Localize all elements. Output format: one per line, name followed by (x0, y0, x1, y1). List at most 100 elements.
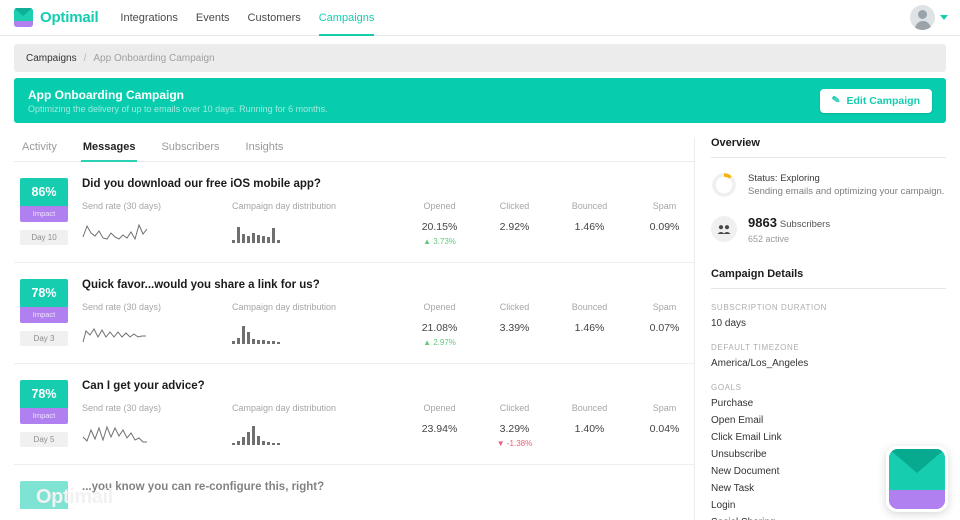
send-rate-sparkline (82, 322, 152, 344)
impact-label: Impact (20, 307, 68, 323)
impact-label: Impact (20, 408, 68, 424)
message-title[interactable]: Did you download our free iOS mobile app… (82, 178, 702, 190)
envelope-logo-icon (14, 8, 33, 27)
clicked-delta: ▼ -1.38% (477, 439, 552, 448)
message-body: Did you download our free iOS mobile app… (68, 178, 702, 248)
campaign-banner: App Onboarding Campaign Optimizing the d… (14, 78, 946, 123)
tab-activity[interactable]: Activity (20, 137, 59, 161)
day-chip: Day 3 (20, 331, 68, 346)
timezone-label: DEFAULT TIMEZONE (711, 343, 946, 352)
impact-badge: 86% Impact Day 10 (20, 178, 68, 248)
distribution-header: Campaign day distribution (232, 302, 402, 312)
tab-messages[interactable]: Messages (81, 137, 138, 161)
spam-cell: Spam 0.04% (627, 403, 702, 435)
message-body: Quick favor...would you share a link for… (68, 279, 702, 349)
bounced-value: 1.40% (552, 423, 627, 435)
message-row[interactable]: 78% Impact Day 3 Quick favor...would you… (14, 263, 694, 364)
spam-header: Spam (627, 403, 702, 413)
bounced-value: 1.46% (552, 322, 627, 334)
banner-subtitle: Optimizing the delivery of up to emails … (28, 104, 328, 114)
campaign-banner-wrap: App Onboarding Campaign Optimizing the d… (0, 78, 960, 123)
clicked-cell: Clicked 3.39% (477, 302, 552, 334)
message-body: Can I get your advice? Send rate (30 day… (68, 380, 702, 450)
message-title[interactable]: Can I get your advice? (82, 380, 702, 392)
send-rate-cell: Send rate (30 days) (82, 403, 232, 450)
send-rate-sparkline (82, 221, 152, 243)
nav-item-integrations[interactable]: Integrations (120, 0, 177, 36)
message-row[interactable]: 78% Impact Day 5 Can I get your advice? … (14, 364, 694, 465)
banner-text: App Onboarding Campaign Optimizing the d… (28, 88, 328, 114)
nav-item-campaigns[interactable]: Campaigns (319, 0, 375, 36)
envelope-widget-icon[interactable] (886, 446, 948, 512)
brand-logo[interactable]: Optimail (14, 8, 98, 27)
message-metrics: Send rate (30 days) Campaign day distrib… (82, 403, 702, 450)
breadcrumb-current: App Onboarding Campaign (93, 53, 214, 64)
top-navigation-bar: Optimail Integrations Events Customers C… (0, 0, 960, 36)
impact-percent (20, 481, 68, 509)
account-menu[interactable] (910, 5, 948, 30)
overview-heading: Overview (711, 137, 946, 149)
people-icon (711, 216, 737, 242)
message-title[interactable]: Quick favor...would you share a link for… (82, 279, 702, 291)
message-body: ...you know you can re-configure this, r… (68, 481, 688, 509)
nav-item-customers[interactable]: Customers (248, 0, 301, 36)
day-chip: Day 5 (20, 432, 68, 447)
spam-value: 0.07% (627, 322, 702, 334)
distribution-cell: Campaign day distribution (232, 302, 402, 349)
day-distribution-bars (232, 423, 284, 445)
spam-value: 0.09% (627, 221, 702, 233)
send-rate-sparkline (82, 423, 152, 445)
progress-ring-icon (711, 172, 737, 198)
status-description: Sending emails and optimizing your campa… (748, 186, 944, 197)
subscribers-text: 9863Subscribers 652 active (748, 214, 830, 244)
send-rate-cell: Send rate (30 days) (82, 201, 232, 248)
message-row[interactable]: 86% Impact Day 10 Did you download our f… (14, 162, 694, 263)
spam-cell: Spam 0.07% (627, 302, 702, 334)
chevron-down-icon[interactable] (940, 15, 948, 20)
clicked-header: Clicked (477, 403, 552, 413)
tab-subscribers[interactable]: Subscribers (159, 137, 221, 161)
spam-value: 0.04% (627, 423, 702, 435)
opened-cell: Opened 21.08% ▲ 2.97% (402, 302, 477, 347)
send-rate-header: Send rate (30 days) (82, 302, 232, 312)
opened-header: Opened (402, 302, 477, 312)
breadcrumb-separator: / (84, 53, 87, 64)
details-heading: Campaign Details (711, 268, 946, 280)
clicked-value: 3.39% (477, 322, 552, 334)
subscribers-active: 652 active (748, 234, 830, 244)
opened-cell: Opened 20.15% ▲ 3.73% (402, 201, 477, 246)
message-row[interactable]: ...you know you can re-configure this, r… (14, 465, 694, 520)
duration-value: 10 days (711, 318, 946, 329)
clicked-value: 3.29% (477, 423, 552, 435)
tab-insights[interactable]: Insights (244, 137, 286, 161)
edit-campaign-button[interactable]: ✎ Edit Campaign (820, 89, 932, 113)
status-row: Status: Exploring Sending emails and opt… (711, 172, 946, 198)
send-rate-header: Send rate (30 days) (82, 201, 232, 211)
message-title[interactable]: ...you know you can re-configure this, r… (82, 481, 688, 493)
nav-item-events[interactable]: Events (196, 0, 230, 36)
pencil-icon: ✎ (831, 94, 841, 106)
timezone-value: America/Los_Angeles (711, 358, 946, 369)
main-nav: Integrations Events Customers Campaigns (120, 0, 374, 36)
clicked-cell: Clicked 3.29% ▼ -1.38% (477, 403, 552, 448)
opened-header: Opened (402, 201, 477, 211)
goal-item: Click Email Link (711, 432, 946, 443)
bounced-header: Bounced (552, 403, 627, 413)
impact-badge: 78% Impact Day 3 (20, 279, 68, 349)
send-rate-header: Send rate (30 days) (82, 403, 232, 413)
status-text: Status: Exploring Sending emails and opt… (748, 173, 944, 197)
spam-header: Spam (627, 302, 702, 312)
opened-delta: ▲ 2.97% (402, 338, 477, 347)
impact-label: Impact (20, 206, 68, 222)
breadcrumb-root[interactable]: Campaigns (26, 53, 77, 64)
bounced-header: Bounced (552, 201, 627, 211)
impact-percent: 78% (20, 279, 68, 307)
subscribers-label: Subscribers (780, 219, 830, 230)
bounced-cell: Bounced 1.46% (552, 201, 627, 233)
message-metrics: Send rate (30 days) Campaign day distrib… (82, 302, 702, 349)
goal-item: Open Email (711, 415, 946, 426)
goals-label: GOALS (711, 383, 946, 392)
day-distribution-bars (232, 221, 284, 243)
user-avatar-icon[interactable] (910, 5, 935, 30)
bounced-value: 1.46% (552, 221, 627, 233)
